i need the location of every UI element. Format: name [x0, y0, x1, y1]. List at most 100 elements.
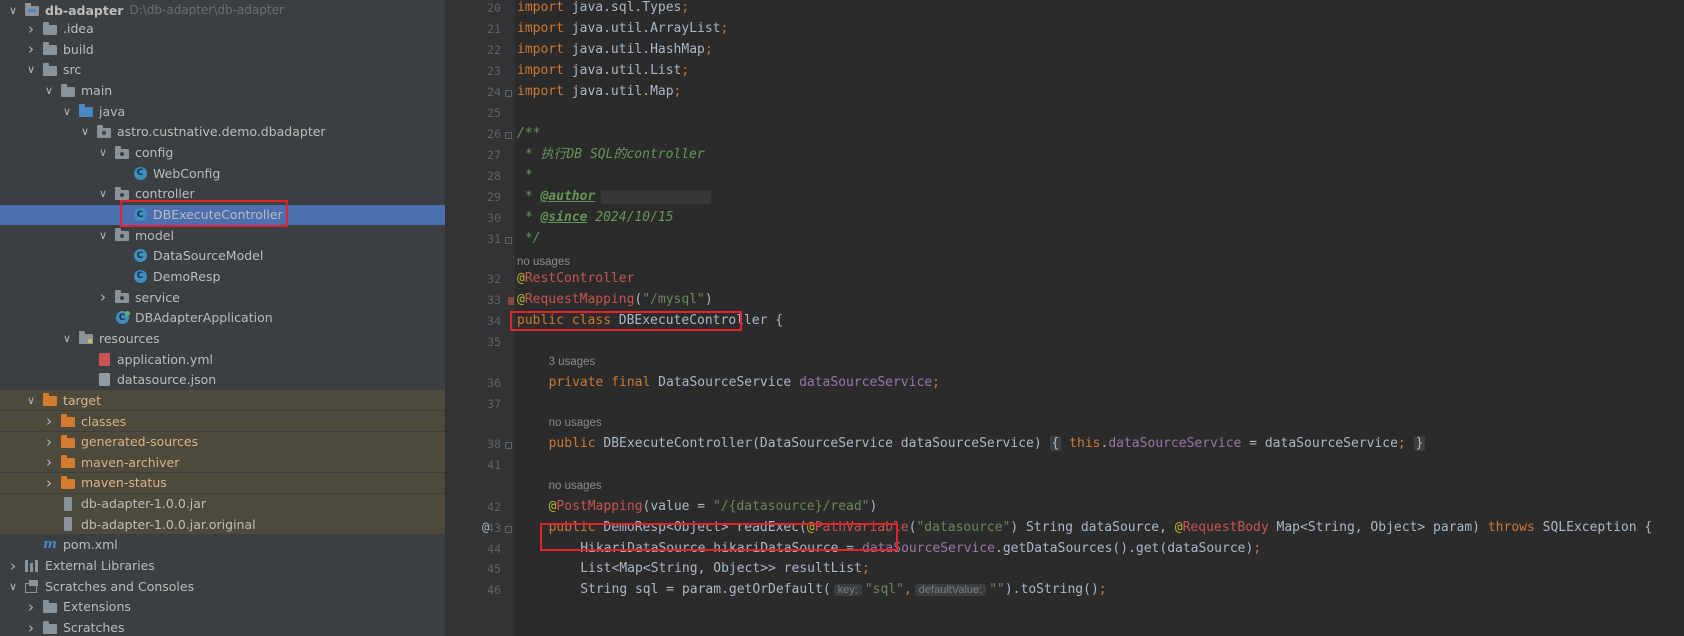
chevron-right-icon[interactable]: › [24, 618, 38, 636]
tree-item[interactable]: db-adapter-1.0.0.jar [0, 493, 445, 514]
tree-item[interactable]: ∨ controller [0, 184, 445, 204]
code-token: public [548, 436, 604, 451]
tree-item[interactable]: ∨ db-adapter D:\db-adapter\db-adapter [0, 0, 445, 20]
tree-item-label: DataSourceModel [153, 248, 264, 264]
chevron-right-icon[interactable]: › [6, 556, 20, 576]
code-line: * @since 2024/10/15 [517, 208, 674, 228]
code-line: private final DataSourceService dataSour… [549, 373, 940, 393]
code-token: (value = [642, 499, 713, 514]
tree-item-label: Extensions [63, 599, 131, 615]
chevron-down-icon[interactable]: ∨ [60, 101, 74, 121]
class-icon: C [132, 249, 148, 263]
chevron-down-icon[interactable]: ∨ [24, 390, 38, 410]
tree-item[interactable]: ∨ java [0, 101, 445, 121]
tree-item[interactable]: C DemoResp [0, 266, 445, 286]
tree-item[interactable]: ∨ Scratches and Consoles [0, 576, 445, 596]
fold-marker-icon[interactable] [505, 237, 512, 244]
chevron-right-icon[interactable]: › [24, 19, 38, 39]
line-number: 25 [487, 106, 501, 120]
code-line: import java.util.HashMap; [517, 40, 713, 60]
line-number: 32 [487, 272, 501, 286]
tree-item[interactable]: › maven-archiver [0, 452, 445, 473]
tree-item[interactable]: › service [0, 287, 445, 307]
code-editor[interactable]: import java.sql.Types; import java.util.A… [515, 0, 1684, 636]
tree-item[interactable]: › External Libraries [0, 556, 445, 576]
tree-item[interactable]: › Extensions [0, 597, 445, 617]
chevron-right-icon[interactable]: › [42, 452, 56, 472]
chevron-right-icon[interactable]: › [42, 473, 56, 493]
fold-marker-icon[interactable] [505, 90, 512, 97]
editor-gutter[interactable]: 20 21 22 23 24 25 26 27 28 29 30 31 32 33 34 35 36 37 38 41… [445, 0, 515, 636]
tree-item[interactable]: ∨ main [0, 81, 445, 101]
code-token: @ [517, 271, 525, 286]
tree-item[interactable]: › classes [0, 411, 445, 431]
code-line: * [517, 166, 533, 186]
chevron-down-icon[interactable]: ∨ [6, 576, 20, 596]
line-number: 43 [487, 521, 501, 535]
chevron-down-icon[interactable]: ∨ [42, 81, 56, 101]
tree-item-label: WebConfig [153, 165, 221, 181]
code-token: ; [861, 561, 870, 576]
tree-item[interactable]: › Scratches [0, 618, 445, 636]
bookmark-marker-icon [508, 297, 514, 305]
chevron-down-icon[interactable]: ∨ [60, 328, 74, 348]
folder-icon [42, 62, 58, 77]
tree-item[interactable]: › generated-sources [0, 431, 445, 452]
chevron-right-icon[interactable]: › [24, 597, 38, 617]
implementation-marker-icon[interactable]: @ [482, 520, 489, 534]
code-line: HikariDataSource hikariDataSource = data… [580, 539, 1261, 559]
yaml-file-icon [96, 352, 112, 366]
line-number: 35 [487, 335, 501, 349]
tree-item[interactable]: › build [0, 39, 445, 59]
chevron-right-icon[interactable]: › [42, 411, 56, 431]
tree-item[interactable]: › maven-status [0, 472, 445, 493]
code-token: * 执行DB SQL的controller [517, 147, 705, 162]
folder-icon [42, 599, 58, 614]
tree-item[interactable]: C DataSourceModel [0, 246, 445, 266]
tree-item[interactable]: db-adapter-1.0.0.jar.original [0, 514, 445, 535]
fold-marker-icon[interactable] [505, 526, 512, 533]
fold-marker-icon[interactable] [505, 442, 512, 449]
line-number: 41 [487, 458, 501, 472]
folder-icon [42, 42, 58, 56]
tree-item[interactable]: C WebConfig [0, 163, 445, 183]
chevron-down-icon[interactable]: ∨ [96, 225, 110, 245]
line-number: 26 [487, 127, 501, 141]
chevron-down-icon[interactable]: ∨ [24, 60, 38, 80]
folder-icon [42, 21, 58, 36]
chevron-right-icon[interactable]: › [24, 39, 38, 59]
tree-item-label: generated-sources [81, 434, 199, 450]
chevron-down-icon[interactable]: ∨ [96, 143, 110, 163]
tree-item[interactable]: ∨ resources [0, 328, 445, 348]
tree-item[interactable]: m pom.xml [0, 535, 445, 555]
tree-item[interactable]: datasource.json [0, 370, 445, 390]
tree-item[interactable]: ∨ model [0, 225, 445, 245]
package-icon [96, 124, 112, 139]
tree-item[interactable]: application.yml [0, 349, 445, 369]
code-token: @author [540, 189, 596, 204]
code-token: PostMapping [556, 499, 643, 514]
line-number: 28 [487, 169, 501, 183]
tree-item[interactable]: C DBAdapterApplication [0, 308, 445, 328]
chevron-right-icon[interactable]: › [42, 432, 56, 452]
code-usage-hint: no usages [548, 417, 602, 429]
line-number: 30 [487, 211, 501, 225]
tree-item[interactable]: ∨ target [0, 390, 445, 411]
tree-item-label: service [135, 289, 180, 305]
chevron-down-icon[interactable]: ∨ [6, 0, 20, 20]
tree-item[interactable]: ∨ src [0, 60, 445, 80]
tree-item-label: src [63, 62, 82, 78]
project-tree-panel[interactable]: ∨ db-adapter D:\db-adapter\db-adapter › .ide… [0, 0, 445, 636]
tree-item[interactable]: › .idea [0, 19, 445, 39]
scratches-icon [24, 579, 40, 594]
tree-item[interactable]: C DBExecuteController [0, 204, 445, 225]
code-token: java.util.HashMap [571, 42, 705, 57]
tree-item[interactable]: ∨ config [0, 143, 445, 163]
code-token: import [517, 63, 572, 78]
code-token: RequestMapping [524, 292, 635, 307]
chevron-down-icon[interactable]: ∨ [96, 184, 110, 204]
tree-item[interactable]: ∨ astro.custnative.demo.dbadapter [0, 122, 445, 142]
chevron-down-icon[interactable]: ∨ [78, 122, 92, 142]
fold-marker-icon[interactable] [505, 132, 512, 139]
chevron-right-icon[interactable]: › [96, 287, 110, 307]
